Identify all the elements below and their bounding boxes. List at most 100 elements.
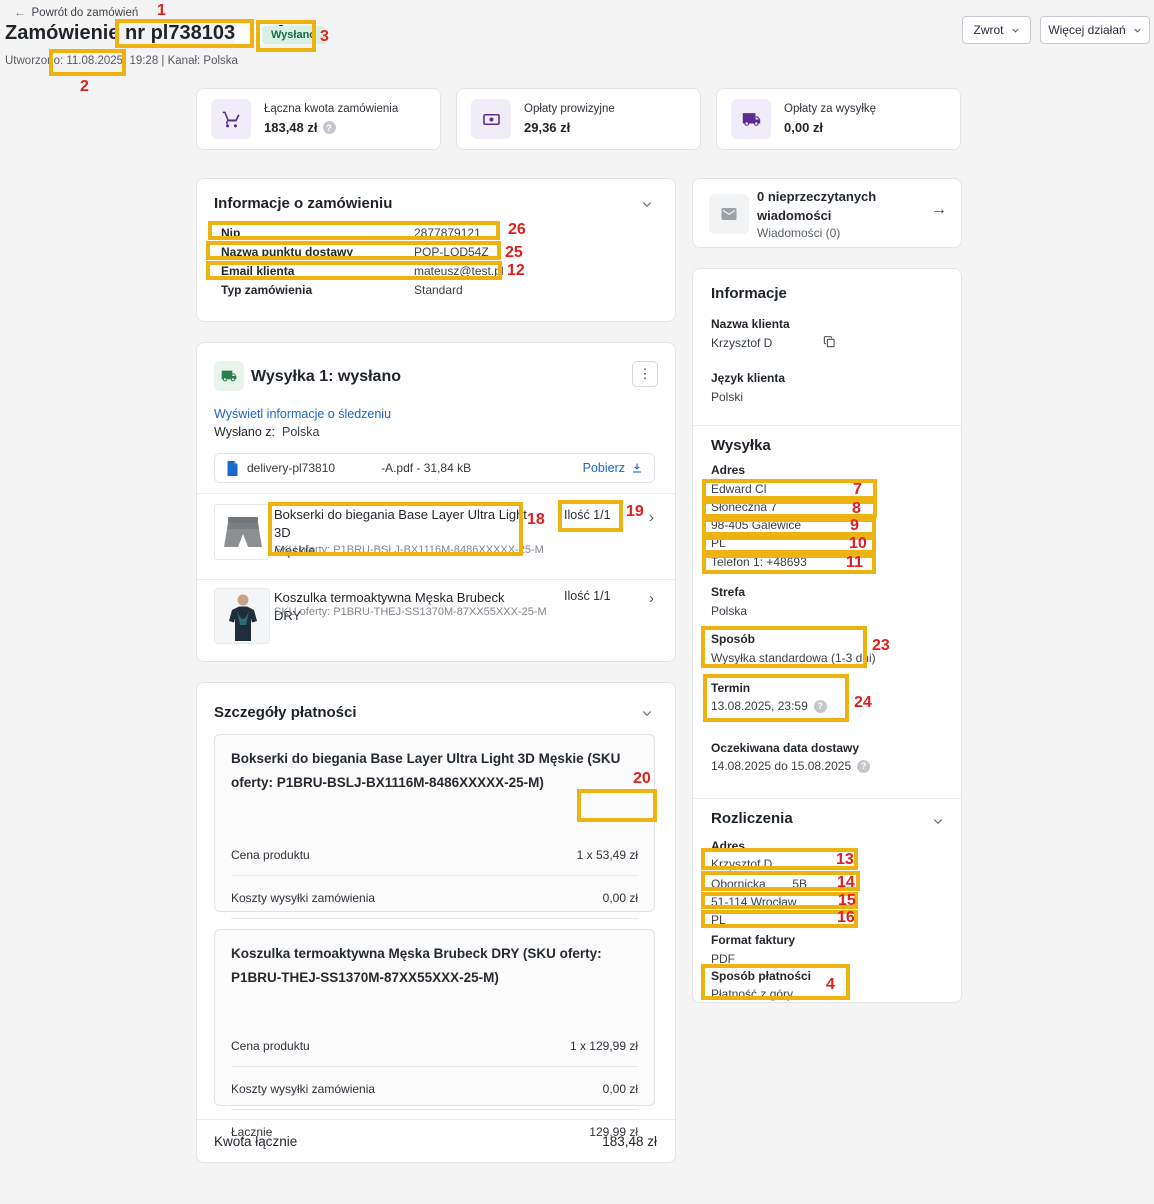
summary-label: Opłaty prowizyjne <box>524 103 615 115</box>
summary-card-shipping-fees: Opłaty za wysyłkę 0,00 zł <box>716 88 961 150</box>
payment-row-value: 1 x 129,99 zł <box>570 1039 638 1053</box>
envelope-icon <box>709 194 749 234</box>
order-info-title: Informacje o zamówieniu <box>214 195 392 212</box>
created-line: Utworzono: 11.08.2025, 19:28 | Kanał: Po… <box>5 55 238 67</box>
order-number: pl738103 <box>151 22 236 44</box>
divider <box>197 579 675 580</box>
product-qty: Ilość 1/1 <box>564 508 611 522</box>
address-line: Telefon 1: +48693 <box>711 555 807 569</box>
shipped-from-label: Wysłano z: <box>214 425 275 439</box>
shipped-from-line: Wysłano z: Polska <box>214 425 320 439</box>
truck-icon <box>731 99 771 139</box>
tracking-link[interactable]: Wyświetl informacje o śledzeniu <box>214 407 391 421</box>
summary-label: Łączna kwota zamówienia <box>264 103 398 115</box>
customer-name: Krzysztof D <box>711 336 772 350</box>
payment-row-value: 0,00 zł <box>603 891 638 905</box>
zone-label: Strefa <box>711 585 745 599</box>
arrow-right-icon[interactable]: → <box>931 201 947 219</box>
product-qty: Ilość 1/1 <box>564 589 611 603</box>
order-total-label: Kwota łącznie <box>214 1134 297 1149</box>
annotation-number-2: 2 <box>80 79 89 95</box>
info-row-label: Nip <box>221 226 240 240</box>
help-icon[interactable]: ? <box>814 700 827 713</box>
info-row-value: POP-LOD54Z <box>414 245 489 259</box>
chevron-down-icon <box>1133 26 1142 35</box>
expected-delivery-label: Oczekiwana data dostawy <box>711 741 859 755</box>
payment-details-card: Szczegóły płatności Bokserki do biegania… <box>196 682 676 1163</box>
return-button-label: Zwrot <box>974 23 1004 37</box>
order-info-card: Informacje o zamówieniu Nip 2877879121 N… <box>196 178 676 322</box>
collapse-chevron-icon[interactable] <box>641 707 653 719</box>
more-actions-label: Więcej działań <box>1048 23 1125 37</box>
summary-card-commission: Opłaty prowizyjne 29,36 zł <box>456 88 701 150</box>
address-line: Słoneczna 7 <box>711 500 777 514</box>
messages-count-line2: wiadomości <box>757 208 831 223</box>
divider <box>197 493 675 494</box>
payment-item-card: Bokserki do biegania Base Layer Ultra Li… <box>214 734 655 912</box>
summary-value: 29,36 zł <box>524 120 570 135</box>
shipping-label-file-row: delivery-pl73810 -A.pdf - 31,84 kB Pobier… <box>214 453 655 483</box>
help-icon[interactable]: ? <box>857 760 870 773</box>
chevron-right-icon[interactable]: › <box>649 509 654 526</box>
return-button[interactable]: Zwrot <box>962 16 1031 44</box>
collapse-chevron-icon[interactable] <box>641 198 653 210</box>
payment-row-value: 0,00 zł <box>603 1082 638 1096</box>
info-row-label: Email klienta <box>221 264 294 278</box>
product-sku: SKU oferty: P1BRU-BSLJ-BX1116M-8486XXXXX… <box>274 544 544 556</box>
expected-delivery-value: 14.08.2025 do 15.08.2025? <box>711 759 870 773</box>
messages-card[interactable]: 0 nieprzeczytanych wiadomości Wiadomości… <box>692 178 962 248</box>
address-line: Edward Cl <box>711 482 766 496</box>
billing-line: 51-114 Wrocław <box>711 895 797 909</box>
order-total-value: 183,48 zł <box>602 1134 657 1149</box>
collapse-chevron-icon[interactable] <box>932 815 944 827</box>
file-name: delivery-pl73810 <box>247 461 335 475</box>
chevron-right-icon[interactable]: › <box>649 590 654 607</box>
billing-line: Krzysztof D <box>711 857 772 871</box>
shipment-card: Wysyłka 1: wysłano ⋮ Wyświetl informacje… <box>196 342 676 662</box>
payment-item-title: Koszulka termoaktywna Męska Brubeck DRY … <box>231 942 631 990</box>
summary-card-total: Łączna kwota zamówienia 183,48 zł? <box>196 88 441 150</box>
divider <box>231 1109 638 1110</box>
zone-value: Polska <box>711 604 747 618</box>
language-value: Polski <box>711 390 743 404</box>
info-row-label: Nazwa punktu dostawy <box>221 245 353 259</box>
annotation-number-1: 1 <box>157 3 166 19</box>
truck-icon <box>214 361 244 391</box>
back-link-label: Powrót do zamówień <box>32 7 139 19</box>
messages-count-line1: 0 nieprzeczytanych <box>757 189 876 204</box>
kebab-menu-button[interactable]: ⋮ <box>632 361 658 387</box>
billing-line: Obornicka 5B <box>711 877 807 891</box>
shipped-from-value: Polska <box>282 425 320 439</box>
method-value: Wysyłka standardowa (1-3 dni) <box>711 651 876 665</box>
back-to-orders-link[interactable]: ← Powrót do zamówień <box>14 7 138 19</box>
divider <box>197 1119 675 1120</box>
copy-icon[interactable] <box>823 335 836 348</box>
invoice-format-value: PDF <box>711 952 735 966</box>
order-detail-page: ← Powrót do zamówień Zamówienie nr pl7381… <box>0 0 1154 1204</box>
product-image-shirt <box>214 588 270 644</box>
billing-section-title: Rozliczenia <box>711 810 793 827</box>
invoice-format-label: Format faktury <box>711 933 795 947</box>
download-label: Pobierz <box>583 461 625 475</box>
divider <box>231 875 638 876</box>
payment-row-label: Cena produktu <box>231 848 310 862</box>
file-suffix: -A.pdf - 31,84 kB <box>381 461 471 475</box>
help-icon[interactable]: ? <box>323 121 336 134</box>
cart-icon <box>211 99 251 139</box>
shipment-title: Wysyłka 1: wysłano <box>251 368 401 386</box>
summary-value: 0,00 zł <box>784 120 823 135</box>
payment-row-value: 1 x 53,49 zł <box>577 848 638 862</box>
customer-name-label: Nazwa klienta <box>711 317 790 331</box>
language-label: Język klienta <box>711 371 785 385</box>
more-actions-button[interactable]: Więcej działań <box>1040 16 1150 44</box>
sidebar-info-title: Informacje <box>711 285 787 302</box>
shipping-section-title: Wysyłka <box>711 437 771 454</box>
download-link[interactable]: Pobierz <box>583 461 643 475</box>
back-arrow-icon: ← <box>14 7 26 19</box>
deadline-value: 13.08.2025, 23:59? <box>711 699 827 713</box>
payment-row-label: Cena produktu <box>231 1039 310 1053</box>
divider <box>693 798 961 799</box>
order-title-prefix: Zamówienie nr <box>5 22 145 44</box>
info-row-value: Standard <box>414 283 463 297</box>
info-row-label: Typ zamówienia <box>221 283 312 297</box>
